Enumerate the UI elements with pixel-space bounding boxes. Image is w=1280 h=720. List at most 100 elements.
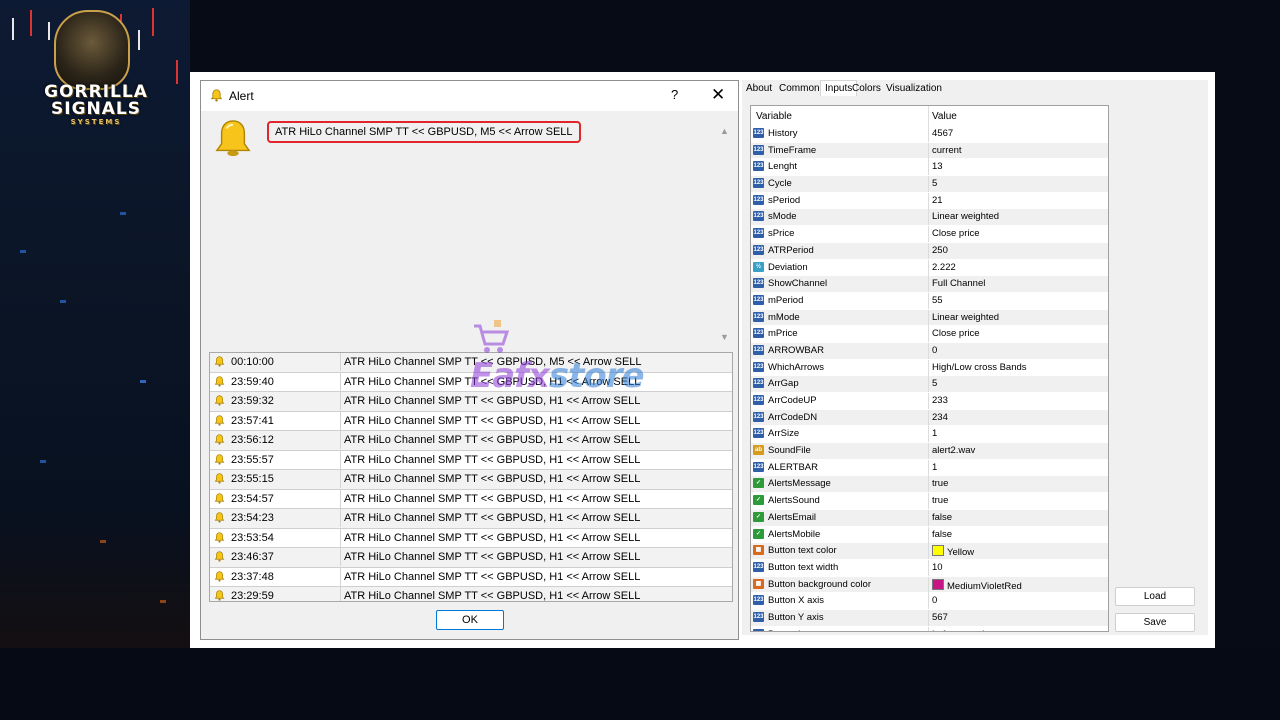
input-row[interactable]: 123 Cycle 5 — [751, 176, 1108, 193]
input-value[interactable]: 1 — [932, 462, 937, 473]
input-value[interactable]: 0 — [932, 595, 937, 606]
history-row[interactable]: 00:10:00 ATR HiLo Channel SMP TT << GBPUS… — [210, 353, 732, 373]
input-value[interactable]: 55 — [932, 295, 943, 306]
save-button[interactable]: Save — [1115, 613, 1195, 632]
input-name: WhichArrows — [768, 361, 824, 373]
input-row[interactable]: ✓ AlertsMessage true — [751, 476, 1108, 494]
scroll-down-arrow[interactable]: ▼ — [720, 332, 729, 342]
input-value[interactable]: 234 — [932, 412, 948, 423]
history-row[interactable]: 23:37:48 ATR HiLo Channel SMP TT << GBPUS… — [210, 567, 732, 587]
history-row[interactable]: 23:54:23 ATR HiLo Channel SMP TT << GBPUS… — [210, 509, 732, 529]
input-row[interactable]: ab SoundFile alert2.wav — [751, 443, 1108, 460]
input-row[interactable]: ▦ Button background color MediumVioletRed — [751, 576, 1108, 594]
load-button[interactable]: Load — [1115, 587, 1195, 606]
input-row[interactable]: 123 TimeFrame current — [751, 142, 1108, 160]
input-value[interactable]: 21 — [932, 195, 943, 206]
input-row[interactable]: 123 sMode Linear weighted — [751, 209, 1108, 227]
scroll-up-arrow[interactable]: ▲ — [720, 126, 729, 136]
input-row[interactable]: 123 mPrice Close price — [751, 326, 1108, 343]
input-row[interactable]: ½ Deviation 2.222 — [751, 259, 1108, 277]
bool-icon: ✓ — [753, 511, 764, 522]
input-row[interactable]: 123 Button base corner Left upper chart co… — [751, 626, 1108, 631]
input-row[interactable]: 123 History 4567 — [751, 126, 1108, 143]
input-value[interactable]: false — [932, 529, 952, 540]
tab-colors[interactable]: Colors — [852, 83, 881, 94]
tab-about[interactable]: About — [746, 83, 772, 94]
input-value[interactable]: 0 — [932, 345, 937, 356]
input-row[interactable]: 123 mPeriod 55 — [751, 292, 1108, 310]
history-message: ATR HiLo Channel SMP TT << GBPUSD, H1 <<… — [344, 551, 641, 563]
alert-history-list[interactable]: 00:10:00 ATR HiLo Channel SMP TT << GBPUS… — [209, 352, 733, 602]
input-value[interactable]: 10 — [932, 562, 943, 573]
input-row[interactable]: ▦ Button text color Yellow — [751, 543, 1108, 560]
input-name: Button text width — [768, 561, 839, 573]
input-value[interactable]: 250 — [932, 245, 948, 256]
input-value-text: Left upper chart corner — [932, 629, 1028, 631]
history-row[interactable]: 23:46:37 ATR HiLo Channel SMP TT << GBPUS… — [210, 548, 732, 568]
input-row[interactable]: ✓ AlertsMobile false — [751, 526, 1108, 544]
input-value[interactable]: Linear weighted — [932, 312, 999, 323]
input-row[interactable]: 123 ArrSize 1 — [751, 426, 1108, 444]
history-row[interactable]: 23:59:32 ATR HiLo Channel SMP TT << GBPUS… — [210, 392, 732, 412]
input-row[interactable]: 123 mMode Linear weighted — [751, 309, 1108, 327]
history-row[interactable]: 23:55:15 ATR HiLo Channel SMP TT << GBPUS… — [210, 470, 732, 490]
input-row[interactable]: 123 ArrGap 5 — [751, 376, 1108, 393]
input-value[interactable]: 4567 — [932, 128, 953, 139]
input-row[interactable]: 123 ShowChannel Full Channel — [751, 276, 1108, 293]
input-row[interactable]: 123 Button text width 10 — [751, 559, 1108, 577]
input-value[interactable]: Yellow — [932, 545, 974, 558]
input-value-text: Close price — [932, 328, 980, 340]
input-row[interactable]: 123 ArrCodeDN 234 — [751, 409, 1108, 427]
int-icon: 123 — [753, 361, 764, 372]
history-row[interactable]: 23:57:41 ATR HiLo Channel SMP TT << GBPUS… — [210, 411, 732, 431]
input-row[interactable]: 123 sPeriod 21 — [751, 192, 1108, 210]
input-value[interactable]: Close price — [932, 328, 980, 339]
input-row[interactable]: 123 Button Y axis 567 — [751, 609, 1108, 627]
bell-icon — [214, 375, 225, 387]
input-row[interactable]: 123 Lenght 13 — [751, 159, 1108, 177]
history-row[interactable]: 23:59:40 ATR HiLo Channel SMP TT << GBPUS… — [210, 372, 732, 392]
input-value[interactable]: 5 — [932, 178, 937, 189]
input-row[interactable]: 123 ArrCodeUP 233 — [751, 393, 1108, 410]
tab-visualization[interactable]: Visualization — [886, 83, 942, 94]
input-row[interactable]: ✓ AlertsSound true — [751, 493, 1108, 510]
input-row[interactable]: ✓ AlertsEmail false — [751, 509, 1108, 527]
input-value[interactable]: 567 — [932, 612, 948, 623]
tab-common[interactable]: Common — [779, 83, 820, 94]
close-button[interactable]: ✕ — [711, 85, 725, 105]
input-value-text: false — [932, 528, 953, 540]
input-value[interactable]: MediumVioletRed — [932, 578, 1022, 592]
input-name: sPeriod — [768, 194, 801, 206]
input-value[interactable]: false — [932, 512, 952, 523]
input-row[interactable]: 123 ARROWBAR 0 — [751, 342, 1108, 360]
input-value[interactable]: alert2.wav — [932, 445, 975, 456]
input-value[interactable]: current — [932, 145, 962, 156]
history-row[interactable]: 23:54:57 ATR HiLo Channel SMP TT << GBPUS… — [210, 489, 732, 509]
history-row[interactable]: 23:29:59 ATR HiLo Channel SMP TT << GBPUS… — [210, 587, 732, 601]
help-button[interactable]: ? — [671, 87, 678, 102]
history-row[interactable]: 23:55:57 ATR HiLo Channel SMP TT << GBPUS… — [210, 450, 732, 470]
input-value[interactable]: true — [932, 495, 948, 506]
brand-line2: SIGNALS — [51, 99, 141, 119]
history-row[interactable]: 23:56:12 ATR HiLo Channel SMP TT << GBPUS… — [210, 431, 732, 451]
input-row[interactable]: 123 WhichArrows High/Low cross Bands — [751, 359, 1108, 377]
input-value[interactable]: Linear weighted — [932, 211, 999, 222]
input-value[interactable]: 1 — [932, 428, 937, 439]
input-value[interactable]: Left upper chart corner — [932, 629, 1028, 631]
input-row[interactable]: 123 ATRPeriod 250 — [751, 242, 1108, 260]
input-value[interactable]: High/Low cross Bands — [932, 362, 1027, 373]
input-value[interactable]: 2.222 — [932, 262, 956, 273]
history-row[interactable]: 23:53:54 ATR HiLo Channel SMP TT << GBPUS… — [210, 528, 732, 548]
input-value[interactable]: Full Channel — [932, 278, 985, 289]
input-name: ATRPeriod — [768, 244, 814, 256]
input-row[interactable]: 123 Button X axis 0 — [751, 593, 1108, 610]
input-value[interactable]: 5 — [932, 378, 937, 389]
ok-button[interactable]: OK — [436, 610, 504, 630]
input-row[interactable]: 123 ALERTBAR 1 — [751, 459, 1108, 477]
input-value[interactable]: 13 — [932, 161, 943, 172]
input-value[interactable]: true — [932, 478, 948, 489]
input-value-text: 55 — [932, 294, 943, 306]
input-value[interactable]: Close price — [932, 228, 980, 239]
input-row[interactable]: 123 sPrice Close price — [751, 226, 1108, 243]
input-value[interactable]: 233 — [932, 395, 948, 406]
